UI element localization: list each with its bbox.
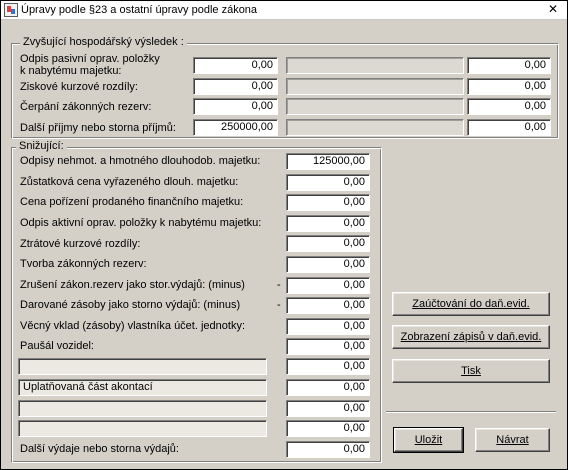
show-tax-records-label: Zobrazení zápisů v daň.evid.: [400, 331, 542, 343]
increase-row-4-extra: [286, 119, 464, 136]
show-tax-records-button[interactable]: Zobrazení zápisů v daň.evid.: [392, 325, 550, 349]
decrease-row-7-value[interactable]: 0,00: [286, 277, 370, 294]
dialog-window: Úpravy podle §23 a ostatní úpravy podle …: [0, 0, 568, 470]
back-label: Návrat: [496, 434, 529, 446]
increase-row-3-value2[interactable]: 0,00: [467, 98, 551, 115]
decrease-group-title: Snižující:: [16, 140, 67, 152]
decrease-row-4-label: Odpis aktivní oprav. položky k nabytému …: [20, 217, 262, 229]
custom-row-4-caption[interactable]: [18, 420, 267, 437]
decrease-row-6-label: Tvorba zákonných rezerv:: [20, 258, 147, 270]
increase-row-3-extra: [286, 98, 464, 115]
increase-row-2-value[interactable]: 0,00: [193, 78, 278, 95]
increase-row-2-value2[interactable]: 0,00: [467, 78, 551, 95]
decrease-row-10-value[interactable]: 0,00: [286, 338, 370, 355]
decrease-row-5-label: Ztrátové kurzové rozdíly:: [20, 238, 141, 250]
decrease-row-5-value[interactable]: 0,00: [286, 235, 370, 252]
decrease-row-3-label: Cena pořízení prodaného finančního majet…: [20, 196, 244, 208]
decrease-row-9-value[interactable]: 0,00: [286, 318, 370, 335]
decrease-row-8-minus: -: [277, 299, 281, 311]
custom-row-3-caption[interactable]: [18, 400, 267, 417]
increase-row-1-extra: [286, 57, 464, 74]
decrease-row-2-label: Zůstatková cena vyřazeného dlouh. majetk…: [20, 176, 239, 188]
decrease-row-3-value[interactable]: 0,00: [286, 194, 370, 211]
increase-row-2-extra: [286, 78, 464, 95]
print-label: Tisk: [461, 365, 481, 377]
title-bar: Úpravy podle §23 a ostatní úpravy podle …: [1, 1, 567, 20]
decrease-row-4-value[interactable]: 0,00: [286, 215, 370, 232]
print-button[interactable]: Tisk: [392, 359, 550, 383]
save-button[interactable]: Uložit: [393, 427, 464, 453]
increase-row-4-label: Další příjmy nebo storna příjmů:: [20, 122, 176, 134]
window-title: Úpravy podle §23 a ostatní úpravy podle …: [21, 4, 258, 16]
increase-row-2-label: Ziskové kurzové rozdíly:: [20, 81, 138, 93]
increase-row-3-value[interactable]: 0,00: [193, 98, 278, 115]
button-separator: [386, 411, 556, 413]
post-to-tax-records-label: Zaúčtování do daň.evid.: [412, 298, 530, 310]
increase-group-title: Zvyšující hospodářský výsledek :: [20, 36, 187, 48]
increase-row-1-value2[interactable]: 0,00: [467, 57, 551, 74]
increase-row-1-label-line2: k nabytému majetku:: [20, 65, 122, 77]
save-label: Uložit: [414, 434, 443, 446]
decrease-row-1-label: Odpisy nehmot. a hmotného dlouhodob. maj…: [20, 155, 261, 167]
back-button[interactable]: Návrat: [475, 428, 550, 452]
decrease-row-7-label: Zrušení zákon.rezerv jako stor.výdajů: (…: [20, 279, 245, 291]
custom-row-1-value[interactable]: 0,00: [286, 358, 370, 375]
decrease-last-value[interactable]: 0,00: [286, 441, 370, 458]
decrease-row-2-value[interactable]: 0,00: [286, 174, 370, 191]
decrease-row-7-minus: -: [277, 279, 281, 291]
decrease-row-1-value[interactable]: 125000,00: [286, 153, 370, 170]
increase-row-4-value2[interactable]: 0,00: [467, 119, 551, 136]
close-icon[interactable]: ✕: [545, 3, 561, 16]
custom-row-3-value[interactable]: 0,00: [286, 400, 370, 417]
custom-row-1-caption[interactable]: [18, 358, 267, 375]
custom-row-2-value[interactable]: 0,00: [286, 379, 370, 396]
custom-row-4-value[interactable]: 0,00: [286, 420, 370, 437]
decrease-row-6-value[interactable]: 0,00: [286, 256, 370, 273]
decrease-last-label: Další výdaje nebo storna výdajů:: [20, 443, 179, 455]
decrease-row-9-label: Věcný vklad (zásoby) vlastníka účet. jed…: [20, 320, 245, 332]
app-icon: [4, 3, 18, 17]
increase-row-4-value[interactable]: 250000,00: [193, 119, 278, 136]
custom-row-2-caption[interactable]: Uplatňovaná část akontací: [18, 379, 267, 396]
decrease-row-8-label: Darované zásoby jako storno výdajů: (min…: [20, 299, 241, 311]
increase-row-1-value[interactable]: 0,00: [193, 57, 278, 74]
decrease-row-8-value[interactable]: 0,00: [286, 297, 370, 314]
post-to-tax-records-button[interactable]: Zaúčtování do daň.evid.: [392, 292, 550, 316]
decrease-row-10-label: Paušál vozidel:: [20, 340, 94, 352]
increase-row-3-label: Čerpání zákonných rezerv:: [20, 101, 152, 113]
